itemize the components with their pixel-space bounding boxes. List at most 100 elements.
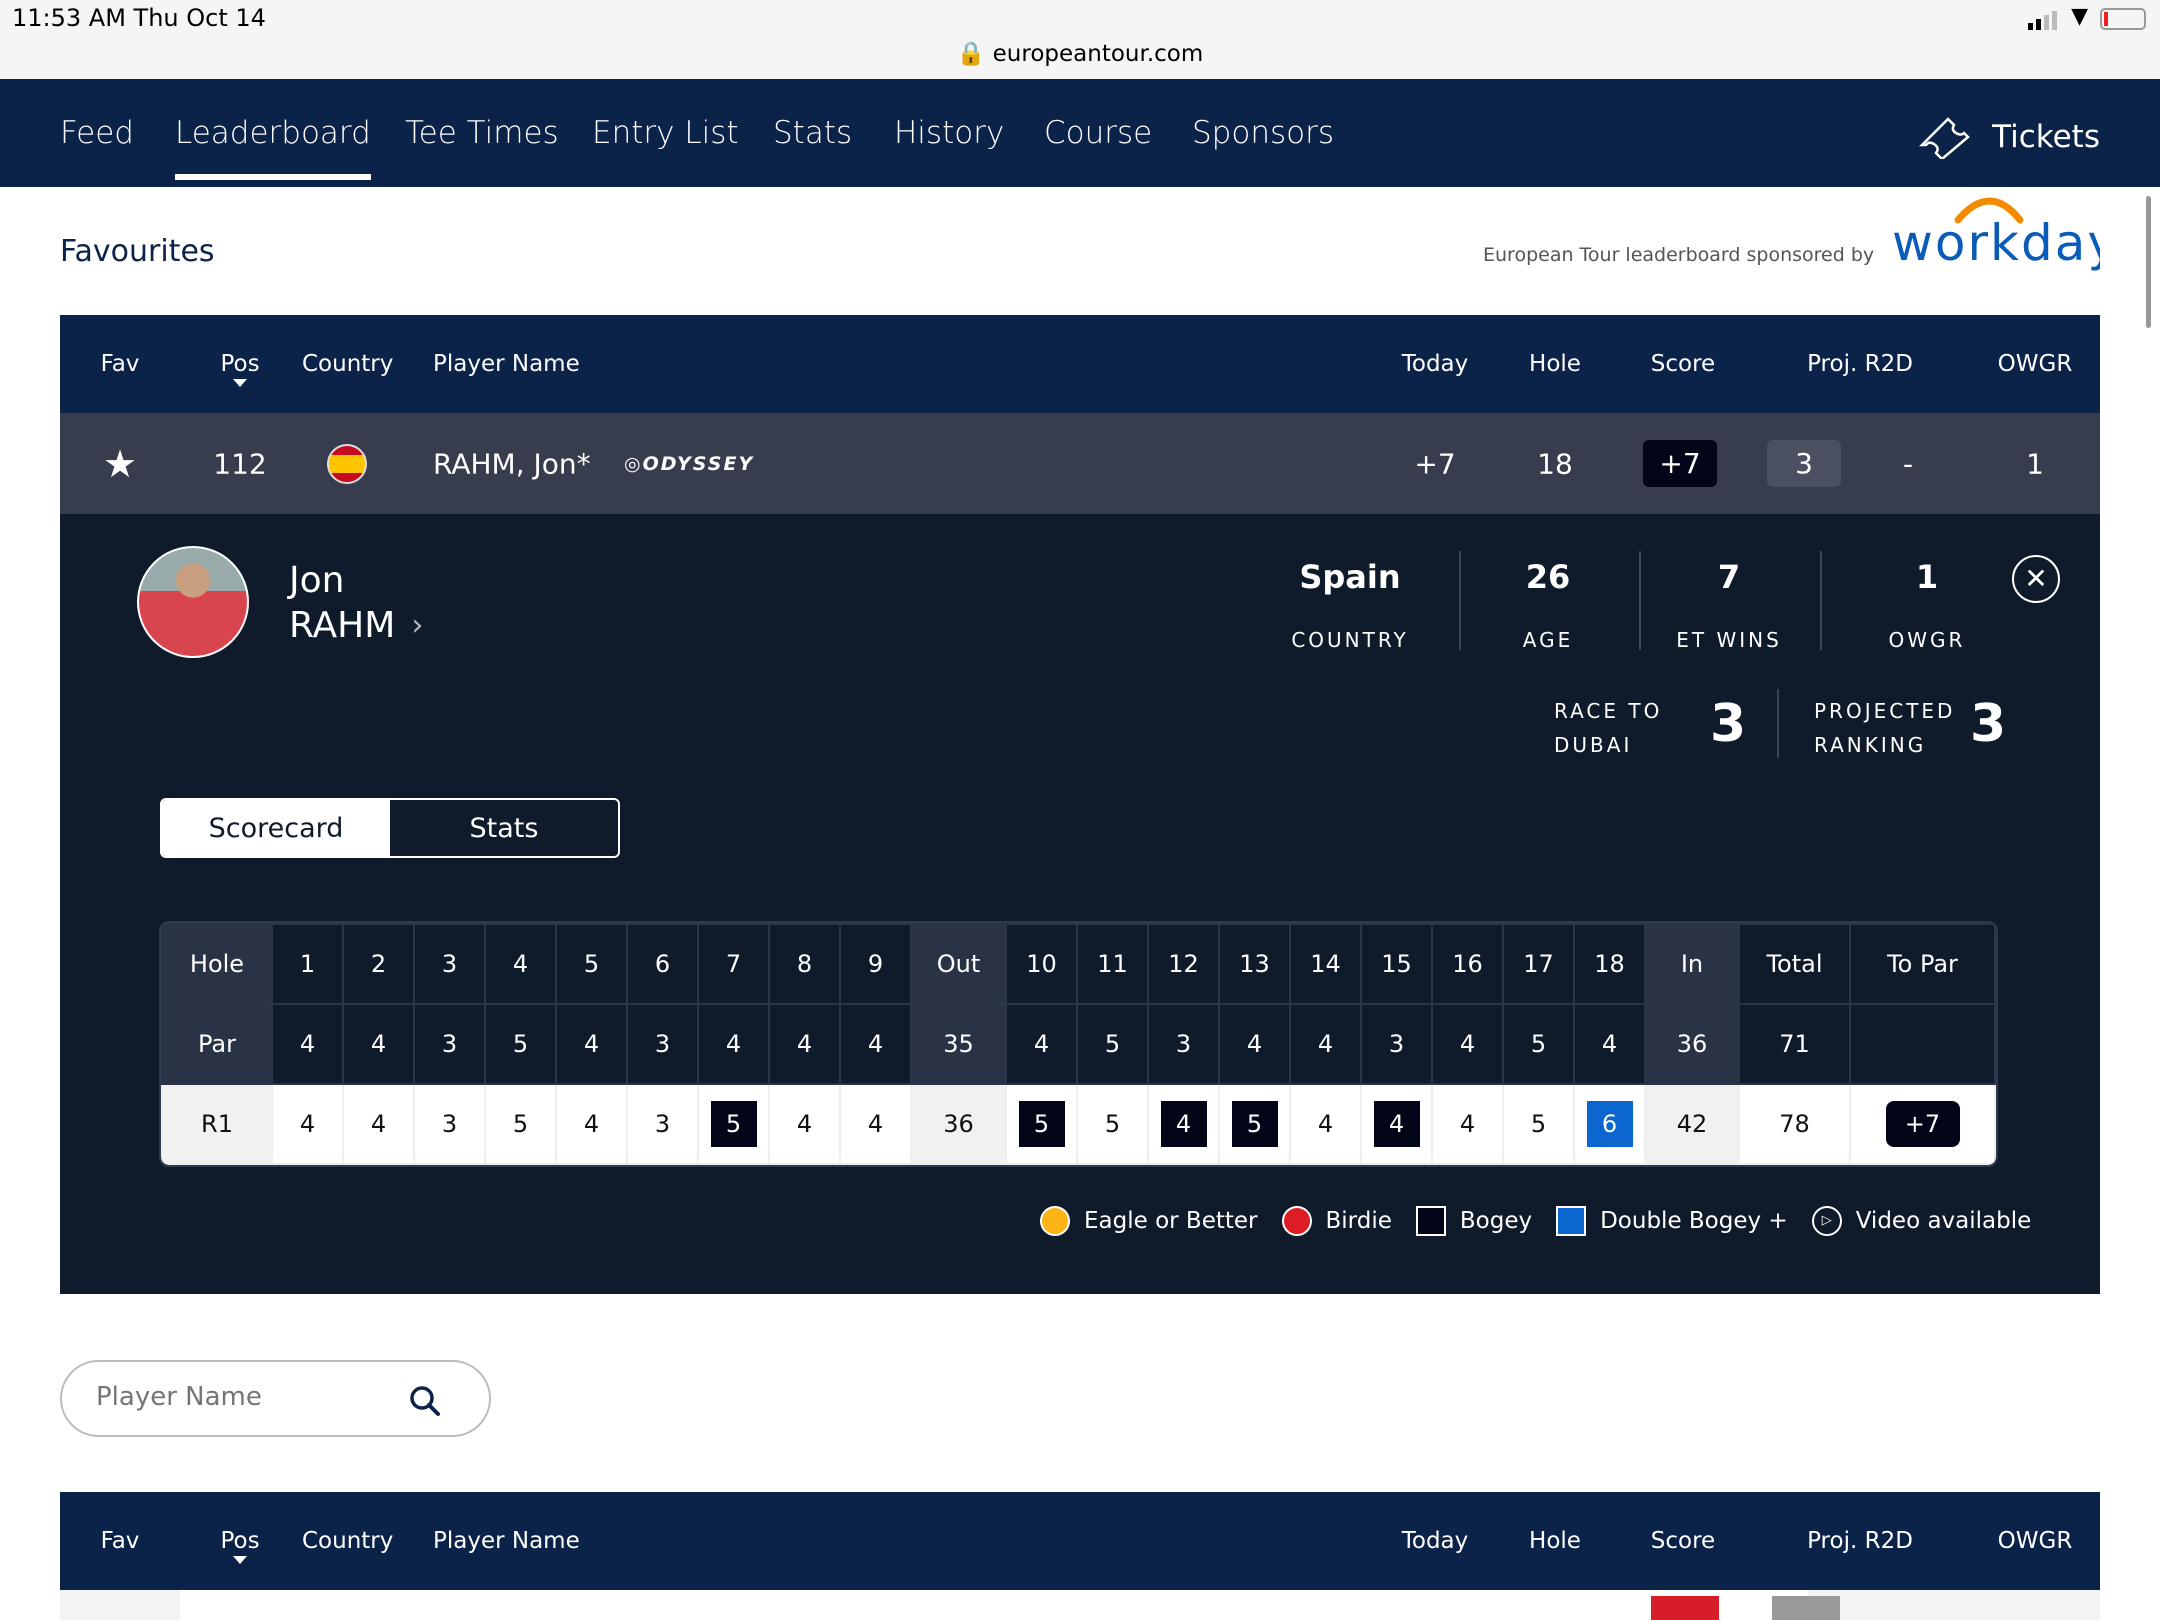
scorecard-cell-holes-1: 1 (271, 923, 344, 1005)
stat-owgr-label: OWGR (1888, 628, 1966, 652)
divider (1639, 551, 1641, 650)
player-detail-panel: Jon RAHM › Spain COUNTRY 26 AGE 7 ET WINS… (60, 514, 2100, 1294)
stat-wins: 7 (1717, 558, 1741, 596)
signal-icon (2028, 10, 2058, 30)
player-row[interactable]: ★ 112 RAHM, Jon* ◎ODYSSEY +7 18 +7 3 - 1 (60, 413, 2100, 514)
scorecard-cell-r1-13: 5 (1218, 1083, 1291, 1165)
scorecard-cell-par-5: 4 (555, 1003, 628, 1085)
star-icon[interactable]: ★ (103, 442, 137, 486)
col-score[interactable]: Score (1651, 1528, 1715, 1554)
tab-scorecard[interactable]: Scorecard (162, 800, 390, 856)
legend-video: Video available (1855, 1208, 2032, 1234)
scorecard-cell-holes-18: 18 (1573, 923, 1646, 1005)
address-bar[interactable]: 🔒 europeantour.com (0, 40, 2160, 67)
stat-wins-label: ET WINS (1676, 628, 1782, 652)
scorecard-cell-par-11: 5 (1076, 1003, 1149, 1085)
play-icon: ▷ (1811, 1206, 1842, 1236)
col-country[interactable]: Country (302, 1528, 393, 1554)
tab-stats[interactable]: Stats (390, 800, 618, 856)
scorecard-cell-par-to-par (1849, 1003, 1996, 1085)
scorecard-cell-holes-15: 15 (1360, 923, 1433, 1005)
player-profile-link[interactable]: RAHM › (289, 605, 423, 646)
r2d-label-line2: DUBAI (1554, 733, 1633, 757)
scorecard-cell-holes-7: 7 (697, 923, 770, 1005)
sort-desc-icon[interactable] (233, 1556, 247, 1564)
scorecard-cell-par-17: 5 (1502, 1003, 1575, 1085)
scorecard-cell-r1-total: 78 (1738, 1083, 1851, 1165)
scorecard-cell-r1-12: 4 (1147, 1083, 1220, 1165)
scorecard-cell-r1-2: 4 (342, 1083, 415, 1165)
col-owgr[interactable]: OWGR (1998, 351, 2073, 377)
divider (1820, 551, 1822, 650)
scorecard-cell-holes-out: Out (910, 923, 1007, 1005)
stat-country: Spain (1299, 558, 1401, 596)
nav-feed[interactable]: Feed (60, 115, 134, 151)
col-score[interactable]: Score (1651, 351, 1715, 377)
nav-history[interactable]: History (894, 115, 1004, 151)
projected-ranking-label: PROJECTED RANKING (1814, 694, 1955, 762)
player-proj-badge: 3 (1767, 440, 1841, 487)
leaderboard-row-partial[interactable] (60, 1590, 2100, 1620)
scorecard-cell-par-7: 4 (697, 1003, 770, 1085)
stat-age-label: AGE (1522, 628, 1574, 652)
legend-eagle: Eagle or Better (1084, 1208, 1258, 1234)
scorecard-cell-par-2: 4 (342, 1003, 415, 1085)
col-country[interactable]: Country (302, 351, 393, 377)
scorecard-cell-par-3: 3 (413, 1003, 486, 1085)
scorecard-cell-r1-9: 4 (839, 1083, 912, 1165)
scorecard-cell-r1-1: 4 (271, 1083, 344, 1165)
scorecard-cell-r1-17: 5 (1502, 1083, 1575, 1165)
detail-tabs: Scorecard Stats (160, 798, 620, 858)
nav-tee-times[interactable]: Tee Times (405, 115, 559, 151)
legend-birdie: Birdie (1325, 1208, 1392, 1234)
svg-text:workday: workday (1892, 214, 2100, 272)
battery-icon (2100, 8, 2146, 30)
leaderboard-table-header: Fav Pos Country Player Name Today Hole S… (60, 1492, 2100, 1590)
player-search (60, 1360, 491, 1437)
player-avatar[interactable] (137, 546, 249, 658)
player-name[interactable]: RAHM, Jon* (433, 447, 591, 480)
col-owgr[interactable]: OWGR (1998, 1528, 2073, 1554)
scorecard-cell-r1-6: 3 (626, 1083, 699, 1165)
nav-stats[interactable]: Stats (773, 115, 852, 151)
scorecard-cell-r1-8: 4 (768, 1083, 841, 1165)
col-today[interactable]: Today (1402, 351, 1469, 377)
scorecard-cell-par-in: 36 (1644, 1003, 1740, 1085)
col-player-name[interactable]: Player Name (433, 1528, 580, 1554)
bogey-icon (1415, 1206, 1446, 1236)
bogey-marker: 5 (1231, 1101, 1278, 1147)
col-hole[interactable]: Hole (1529, 1528, 1581, 1554)
nav-course[interactable]: Course (1044, 115, 1152, 151)
col-hole[interactable]: Hole (1529, 351, 1581, 377)
nav-leaderboard[interactable]: Leaderboard (175, 115, 371, 180)
workday-logo[interactable]: workday (1890, 190, 2100, 280)
col-player-name[interactable]: Player Name (433, 351, 580, 377)
scorecard-cell-r1-18: 6 (1573, 1083, 1646, 1165)
scorecard-cell-holes-3: 3 (413, 923, 486, 1005)
scorecard-cell-par-10: 4 (1005, 1003, 1078, 1085)
scorecard-hole-row: Hole 1 2 3 4 5 6 7 8 9 Out 10 11 12 13 14 15 16 17 18 In Tota… (161, 923, 1996, 1005)
scorecard-cell-r1-7: 5 (697, 1083, 770, 1165)
scorecard-row-label: Par (161, 1003, 273, 1085)
player-proj: - (1902, 447, 1914, 480)
scorecard-cell-par-13: 4 (1218, 1003, 1291, 1085)
scorecard-legend: Eagle or Better Birdie Bogey Double Boge… (1040, 1206, 2031, 1236)
nav-sponsors[interactable]: Sponsors (1192, 115, 1334, 151)
tickets-button[interactable]: Tickets (1918, 115, 2100, 159)
player-search-input[interactable] (96, 1382, 396, 1412)
col-pos[interactable]: Pos (220, 351, 259, 377)
col-proj-r2d[interactable]: Proj. R2D (1807, 1528, 1913, 1554)
col-pos[interactable]: Pos (220, 1528, 259, 1554)
scorecard-cell-holes-17: 17 (1502, 923, 1575, 1005)
sort-desc-icon[interactable] (233, 379, 247, 387)
close-icon[interactable]: ✕ (2012, 555, 2060, 603)
nav-entry-list[interactable]: Entry List (592, 115, 739, 151)
col-today[interactable]: Today (1402, 1528, 1469, 1554)
col-fav[interactable]: Fav (101, 351, 140, 377)
projected-ranking-value: 3 (1970, 694, 2007, 754)
col-proj-r2d[interactable]: Proj. R2D (1807, 351, 1913, 377)
col-fav[interactable]: Fav (101, 1528, 140, 1554)
search-icon[interactable] (408, 1384, 442, 1418)
player-first-name[interactable]: Jon (289, 560, 344, 601)
scrollbar[interactable] (2146, 196, 2151, 328)
